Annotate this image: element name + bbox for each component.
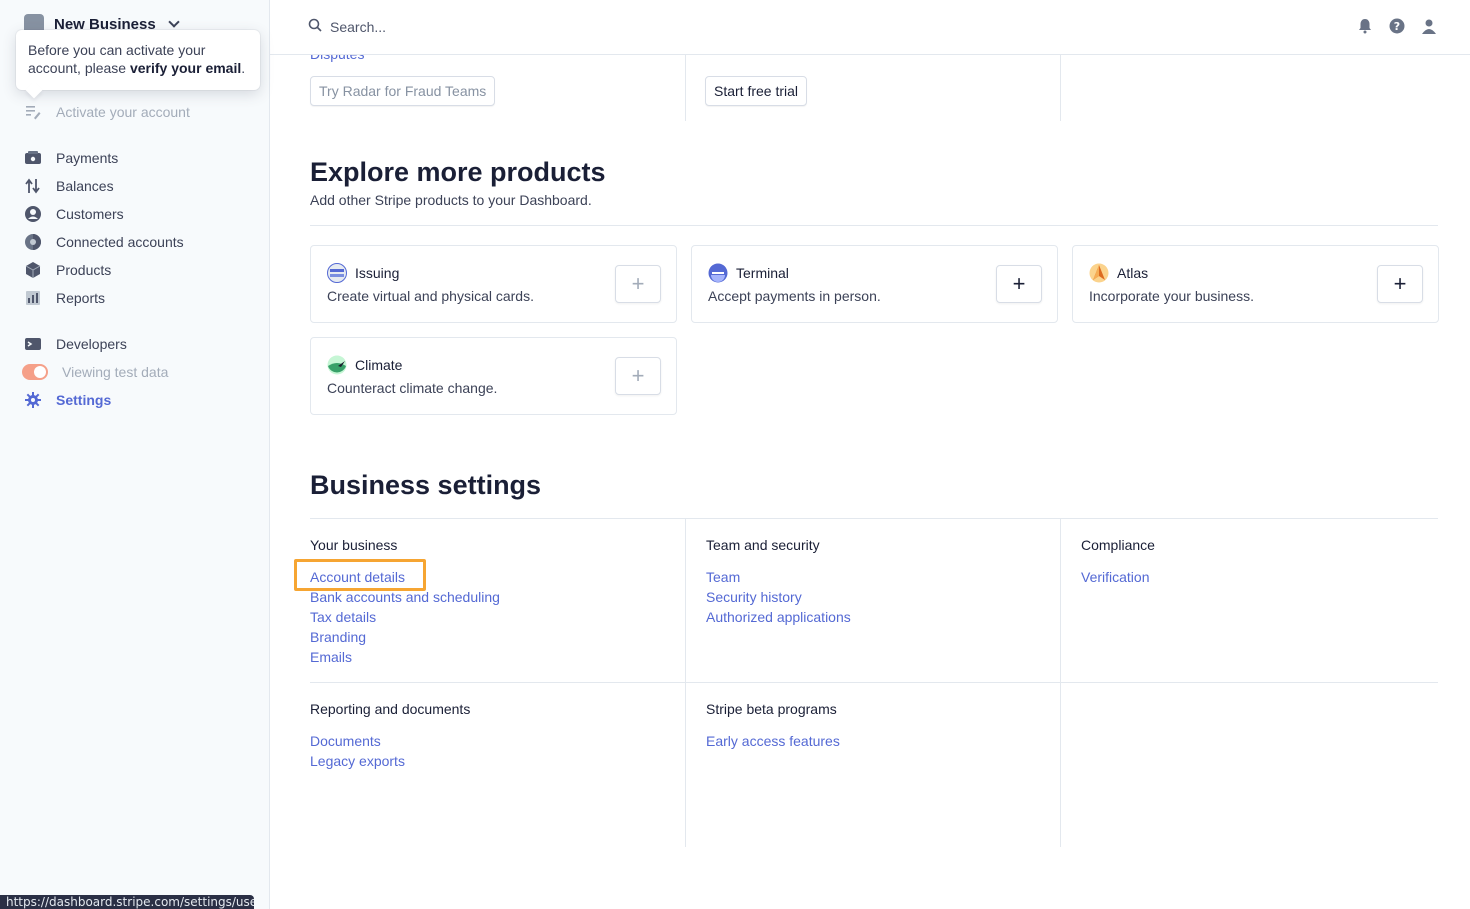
legacy-exports-link[interactable]: Legacy exports [310,752,405,770]
chevron-down-icon [168,16,180,28]
sidebar-item-label: Activate your account [56,104,190,120]
product-name: Issuing [355,265,400,281]
reporting-links: Documents Legacy exports [310,732,405,770]
product-card-issuing: Issuing Create virtual and physical card… [310,245,677,323]
your-business-heading: Your business [310,537,398,553]
activate-list-icon [24,103,42,121]
sidebar-item-activate[interactable]: Activate your account [24,102,190,122]
product-name: Climate [355,357,403,373]
gear-icon [24,391,42,409]
product-description: Create virtual and physical cards. [327,288,534,304]
connected-accounts-icon [24,233,42,251]
compliance-links: Verification [1081,568,1149,586]
product-card-terminal: Terminal Accept payments in person. + [691,245,1058,323]
sidebar: New Business Before you can activate you… [0,0,270,909]
branding-link[interactable]: Branding [310,628,500,646]
sidebar-item-balances[interactable]: Balances [24,176,114,196]
product-name: Terminal [736,265,789,281]
sidebar-item-label: Products [56,262,112,278]
products-icon [24,261,42,279]
add-climate-button[interactable]: + [615,357,661,395]
explore-products-title: Explore more products [310,157,606,187]
search-input[interactable]: Search... [330,19,386,35]
user-icon[interactable] [1420,17,1438,35]
search-icon [308,18,322,35]
search-bar[interactable]: Search... [308,18,386,35]
team-link[interactable]: Team [706,568,851,586]
sidebar-item-connected-accounts[interactable]: Connected accounts [24,232,184,252]
bank-accounts-link[interactable]: Bank accounts and scheduling [310,588,500,606]
reporting-heading: Reporting and documents [310,701,471,717]
add-terminal-button[interactable]: + [996,265,1042,303]
sidebar-item-label: Reports [56,290,106,306]
sidebar-item-payments[interactable]: Payments [24,148,118,168]
authorized-applications-link[interactable]: Authorized applications [706,608,851,626]
sidebar-item-label: Payments [56,150,119,166]
climate-icon [327,355,347,375]
verify-email-tooltip: Before you can activate your account, pl… [16,30,260,99]
emails-link[interactable]: Emails [310,648,500,666]
early-access-link[interactable]: Early access features [706,732,840,750]
test-data-toggle-row[interactable]: Viewing test data [22,362,169,382]
sidebar-item-label: Customers [56,206,124,222]
product-description: Accept payments in person. [708,288,881,304]
terminal-icon [24,335,42,353]
add-issuing-button[interactable]: + [615,265,661,303]
tooltip-arrow [25,81,43,99]
balances-icon [24,177,42,195]
terminal-product-icon [708,263,728,283]
beta-programs-heading: Stripe beta programs [706,701,837,717]
sidebar-item-developers[interactable]: Developers [24,334,127,354]
team-security-links: Team Security history Authorized applica… [706,568,851,626]
sidebar-item-label: Developers [56,336,127,352]
team-security-heading: Team and security [706,537,820,553]
add-atlas-button[interactable]: + [1377,265,1423,303]
product-description: Incorporate your business. [1089,288,1254,304]
bell-icon[interactable] [1356,17,1374,35]
explore-products-subtitle: Add other Stripe products to your Dashbo… [310,192,592,208]
tax-details-link[interactable]: Tax details [310,608,500,626]
test-data-toggle[interactable] [22,364,48,380]
product-card-climate: Climate Counteract climate change. + [310,337,677,415]
your-business-links: Account details Bank accounts and schedu… [310,568,500,666]
test-data-label: Viewing test data [62,364,169,380]
business-settings-title: Business settings [310,470,542,500]
documents-link[interactable]: Documents [310,732,405,750]
payments-icon [24,149,42,167]
divider [685,518,686,847]
sidebar-item-label: Connected accounts [56,234,184,250]
issuing-icon [327,263,347,283]
topbar: Search... ? [270,0,1470,55]
divider [1060,55,1061,121]
help-icon[interactable]: ? [1388,17,1406,35]
account-details-link[interactable]: Account details [310,568,500,586]
sidebar-item-label: Settings [56,392,112,408]
divider [310,225,1438,226]
compliance-heading: Compliance [1081,537,1155,553]
divider [310,518,1438,519]
customers-icon [24,205,42,223]
try-radar-button[interactable]: Try Radar for Fraud Teams [310,76,496,106]
product-card-atlas: Atlas Incorporate your business. + [1072,245,1439,323]
divider [310,682,1438,683]
tooltip-emphasis: verify your email [129,60,242,76]
svg-text:?: ? [1394,20,1400,33]
status-bar-url: https://dashboard.stripe.com/settings/us… [0,895,254,909]
start-free-trial-button[interactable]: Start free trial [705,76,808,106]
sidebar-item-settings[interactable]: Settings [24,390,111,410]
beta-programs-links: Early access features [706,732,840,750]
security-history-link[interactable]: Security history [706,588,851,606]
reports-icon [24,289,42,307]
sidebar-item-products[interactable]: Products [24,260,111,280]
product-name: Atlas [1117,265,1149,281]
tooltip-suffix: . [241,60,246,76]
divider [1060,518,1061,847]
divider [685,55,686,121]
sidebar-item-customers[interactable]: Customers [24,204,124,224]
verification-link[interactable]: Verification [1081,568,1149,586]
atlas-icon [1089,263,1109,283]
sidebar-item-label: Balances [56,178,114,194]
product-description: Counteract climate change. [327,380,498,396]
sidebar-item-reports[interactable]: Reports [24,288,105,308]
